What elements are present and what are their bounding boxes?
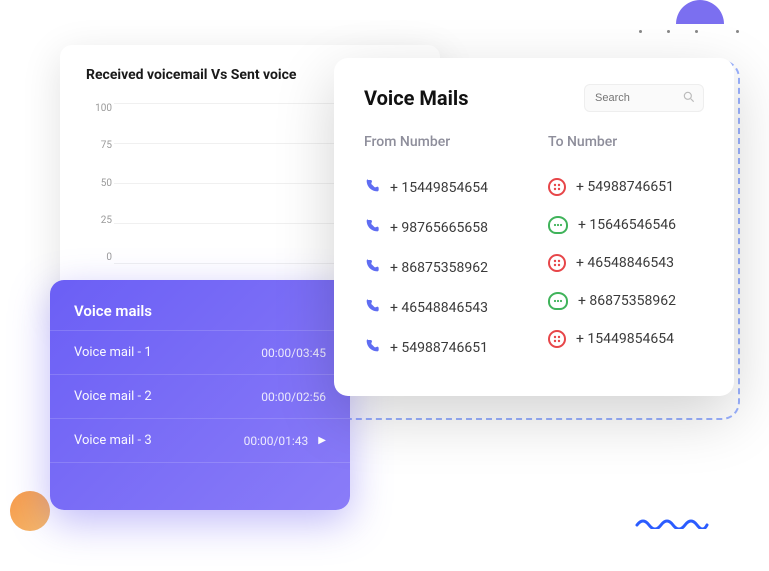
phone-number: + 15449854654: [390, 180, 488, 196]
decor-wave-icon: [635, 515, 709, 529]
voicemail-list-title: Voice mails: [50, 302, 350, 330]
from-column: From Number + 15449854654 + 98765665658 + …: [364, 134, 520, 368]
voicemail-name: Voice mail - 2: [74, 389, 152, 404]
voicemails-modal: Voice Mails From Number + 15449854654 + 9…: [334, 58, 734, 396]
phone-icon: [364, 338, 380, 358]
from-number-row[interactable]: + 98765665658: [364, 208, 520, 248]
status-dots-icon: [548, 178, 566, 196]
y-tick: 50: [86, 178, 112, 189]
voicemail-name: Voice mail - 3: [74, 433, 152, 448]
play-icon[interactable]: ▶: [318, 436, 326, 446]
phone-number: + 15449854654: [576, 331, 674, 347]
phone-number: + 98765665658: [390, 220, 488, 236]
to-number-row[interactable]: + 15449854654: [548, 320, 704, 358]
voicemail-duration: 00:00/01:43: [244, 434, 309, 448]
phone-icon: [364, 298, 380, 318]
from-number-row[interactable]: + 46548846543: [364, 288, 520, 328]
y-tick: 75: [86, 140, 112, 151]
voicemail-duration: 00:00/02:56: [261, 390, 326, 404]
voicemail-row[interactable]: Voice mail - 3 00:00/01:43 ▶: [50, 418, 350, 463]
from-number-row[interactable]: + 86875358962: [364, 248, 520, 288]
phone-number: + 54988746651: [576, 179, 674, 195]
decor-dots: [639, 30, 739, 44]
voicemail-row[interactable]: Voice mail - 1 00:00/03:45: [50, 330, 350, 374]
voicemail-row[interactable]: Voice mail - 2 00:00/02:56: [50, 374, 350, 418]
phone-icon: [364, 258, 380, 278]
modal-title: Voice Mails: [364, 86, 468, 110]
to-number-row[interactable]: + 86875358962: [548, 282, 704, 320]
search-wrap: [584, 84, 704, 112]
to-number-row[interactable]: + 46548846543: [548, 244, 704, 282]
y-tick: 0: [86, 252, 112, 263]
from-number-row[interactable]: + 54988746651: [364, 328, 520, 368]
phone-number: + 86875358962: [578, 293, 676, 309]
phone-icon: [364, 218, 380, 238]
search-icon: [682, 90, 696, 104]
phone-number: + 46548846543: [390, 300, 488, 316]
phone-icon: [364, 178, 380, 198]
voicemail-duration: 00:00/03:45: [261, 346, 326, 360]
to-column-header: To Number: [548, 134, 704, 150]
voicemail-list-card: Voice mails Voice mail - 100:00/03:45Voi…: [50, 280, 350, 510]
status-dots-icon: [548, 254, 566, 272]
y-tick: 25: [86, 215, 112, 226]
from-column-header: From Number: [364, 134, 520, 150]
decor-circle-bottom: [10, 491, 50, 531]
to-number-row[interactable]: + 15646546546: [548, 206, 704, 244]
phone-number: + 86875358962: [390, 260, 488, 276]
phone-number: + 46548846543: [576, 255, 674, 271]
to-number-row[interactable]: + 54988746651: [548, 168, 704, 206]
from-number-row[interactable]: + 15449854654: [364, 168, 520, 208]
status-dots-icon: [548, 330, 566, 348]
phone-number: + 15646546546: [578, 217, 676, 233]
phone-number: + 54988746651: [390, 340, 488, 356]
to-column: To Number + 54988746651 + 15646546546 + 46…: [548, 134, 704, 368]
y-tick: 100: [86, 103, 112, 114]
voicemail-name: Voice mail - 1: [74, 345, 152, 360]
chart-y-axis: 100 75 50 25 0: [86, 103, 112, 263]
status-dots-icon: [548, 216, 568, 234]
status-dots-icon: [548, 292, 568, 310]
